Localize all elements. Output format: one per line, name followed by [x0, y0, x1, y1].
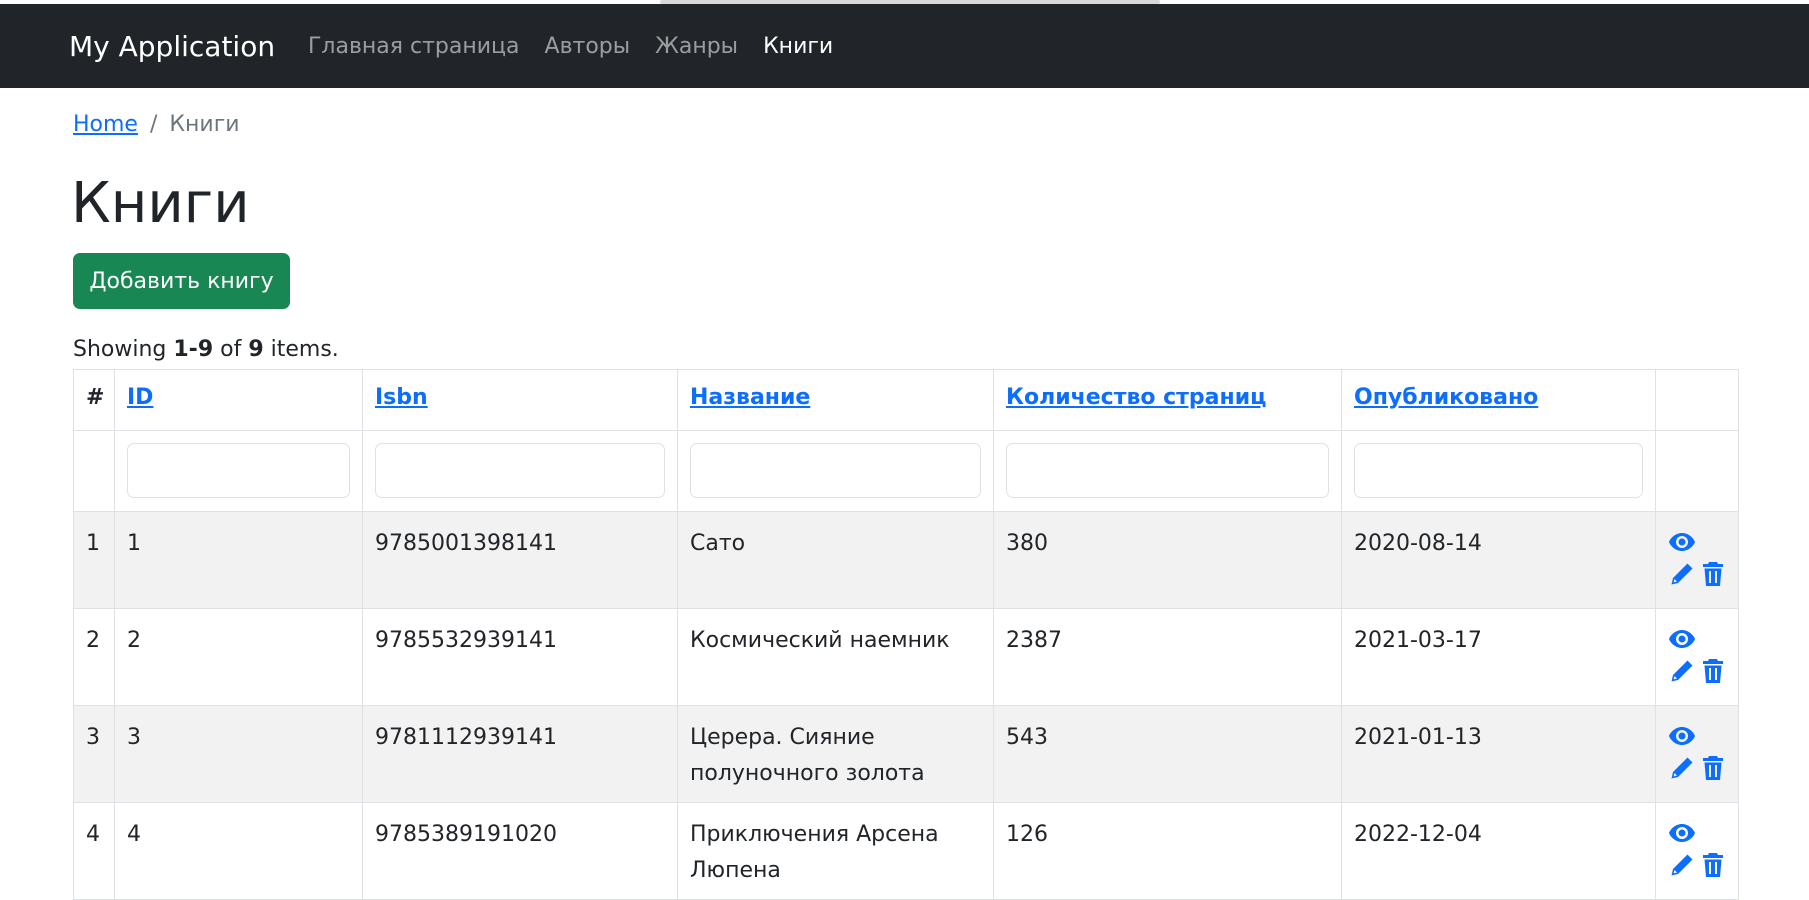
cell-id: 4 [114, 802, 363, 900]
nav-link-home[interactable]: Главная страница [308, 34, 520, 59]
cell-index: 1 [73, 511, 115, 609]
filter-cell-published [1341, 430, 1656, 512]
filter-input-published[interactable] [1354, 443, 1643, 498]
row-actions [1668, 526, 1726, 588]
filter-cell-index [73, 430, 115, 512]
filter-cell-actions [1655, 430, 1739, 512]
filter-cell-id [114, 430, 363, 512]
column-header-title: Название [677, 369, 994, 431]
cell-isbn: 9785532939141 [362, 608, 678, 706]
nav-link-books[interactable]: Книги [763, 34, 833, 59]
cell-published: 2021-03-17 [1341, 608, 1656, 706]
grid-summary: Showing 1-9 of 9 items. [73, 337, 339, 362]
cell-index: 3 [73, 705, 115, 803]
pencil-icon[interactable] [1668, 851, 1695, 879]
pencil-icon[interactable] [1668, 754, 1695, 782]
cell-published: 2020-08-14 [1341, 511, 1656, 609]
summary-total: 9 [248, 337, 264, 362]
cell-pages: 543 [993, 705, 1342, 803]
cell-isbn: 9781112939141 [362, 705, 678, 803]
cell-title: Сато [677, 511, 994, 609]
sort-link-published[interactable]: Опубликовано [1354, 385, 1538, 410]
eye-icon[interactable] [1668, 722, 1696, 750]
cell-id: 2 [114, 608, 363, 706]
summary-suffix: items. [263, 337, 339, 362]
cell-index: 4 [73, 802, 115, 900]
table-row: 1 1 9785001398141 Сато 380 2020-08-14 [73, 511, 1739, 609]
sort-link-id[interactable]: ID [127, 385, 153, 410]
page-title: Книги [71, 171, 250, 236]
eye-icon[interactable] [1668, 528, 1696, 556]
trash-icon[interactable] [1699, 657, 1726, 685]
sort-link-pages[interactable]: Количество страниц [1006, 385, 1266, 410]
cell-index: 2 [73, 608, 115, 706]
pencil-icon[interactable] [1668, 560, 1695, 588]
breadcrumb: Home / Книги [73, 112, 240, 137]
cell-title: Космический наемник [677, 608, 994, 706]
add-book-button[interactable]: Добавить книгу [73, 253, 290, 309]
column-header-index: # [73, 369, 115, 431]
table-header-row: # ID Isbn Название Количество страниц Оп… [73, 369, 1739, 431]
cell-title: Церера. Сияние полуночного золота [677, 705, 994, 803]
table-filter-row [73, 430, 1739, 512]
column-header-id: ID [114, 369, 363, 431]
cell-pages: 2387 [993, 608, 1342, 706]
sort-link-title[interactable]: Название [690, 385, 810, 410]
cell-id: 1 [114, 511, 363, 609]
filter-input-id[interactable] [127, 443, 350, 498]
cell-published: 2022-12-04 [1341, 802, 1656, 900]
row-actions [1668, 817, 1726, 879]
cell-isbn: 9785001398141 [362, 511, 678, 609]
column-header-published: Опубликовано [1341, 369, 1656, 431]
table-row: 4 4 9785389191020 Приключения Арсена Люп… [73, 802, 1739, 900]
nav-links: Главная страница Авторы Жанры Книги [308, 34, 833, 59]
cell-actions [1655, 802, 1739, 900]
summary-prefix: Showing [73, 337, 174, 362]
cell-published: 2021-01-13 [1341, 705, 1656, 803]
nav-link-authors[interactable]: Авторы [545, 34, 631, 59]
cell-actions [1655, 511, 1739, 609]
breadcrumb-current: Книги [169, 112, 240, 137]
table-row: 3 3 9781112939141 Церера. Сияние полуноч… [73, 705, 1739, 803]
navbar: My Application Главная страница Авторы Ж… [0, 4, 1809, 88]
table-row: 2 2 9785532939141 Космический наемник 23… [73, 608, 1739, 706]
row-actions [1668, 623, 1726, 685]
filter-cell-pages [993, 430, 1342, 512]
filter-input-title[interactable] [690, 443, 981, 498]
cell-isbn: 9785389191020 [362, 802, 678, 900]
sort-link-isbn[interactable]: Isbn [375, 385, 428, 410]
eye-icon[interactable] [1668, 625, 1696, 653]
column-header-isbn: Isbn [362, 369, 678, 431]
filter-input-isbn[interactable] [375, 443, 665, 498]
eye-icon[interactable] [1668, 819, 1696, 847]
summary-middle: of [213, 337, 249, 362]
cell-pages: 380 [993, 511, 1342, 609]
cell-pages: 126 [993, 802, 1342, 900]
row-actions [1668, 720, 1726, 782]
cell-actions [1655, 705, 1739, 803]
column-header-pages: Количество страниц [993, 369, 1342, 431]
filter-cell-isbn [362, 430, 678, 512]
pencil-icon[interactable] [1668, 657, 1695, 685]
navbar-brand[interactable]: My Application [69, 30, 275, 63]
breadcrumb-separator: / [149, 112, 158, 137]
summary-range: 1-9 [173, 337, 214, 362]
cell-title: Приключения Арсена Люпена [677, 802, 994, 900]
cell-id: 3 [114, 705, 363, 803]
breadcrumb-home-link[interactable]: Home [73, 112, 138, 137]
books-table: # ID Isbn Название Количество страниц Оп… [73, 369, 1739, 900]
nav-link-genres[interactable]: Жанры [655, 34, 738, 59]
cell-actions [1655, 608, 1739, 706]
trash-icon[interactable] [1699, 560, 1726, 588]
trash-icon[interactable] [1699, 754, 1726, 782]
trash-icon[interactable] [1699, 851, 1726, 879]
column-header-actions [1655, 369, 1739, 431]
filter-cell-title [677, 430, 994, 512]
filter-input-pages[interactable] [1006, 443, 1329, 498]
